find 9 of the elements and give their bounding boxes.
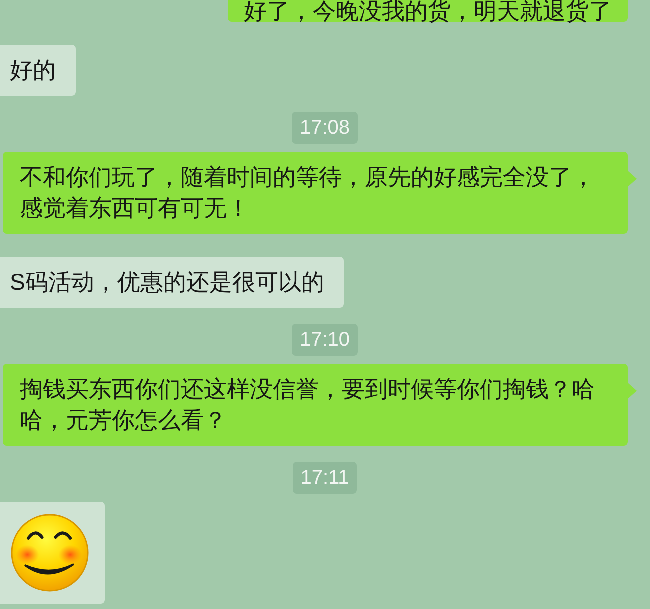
timestamp: 17:10 <box>292 324 358 356</box>
message-bubble: 好了，今晚没我的货，明天就退货了 <box>228 0 628 22</box>
message-bubble: S码活动，优惠的还是很可以的 <box>0 257 344 308</box>
timestamp: 17:08 <box>292 112 358 144</box>
message-bubble: 不和你们玩了，随着时间的等待，原先的好感完全没了，感觉着东西可有可无！ <box>3 152 628 234</box>
message-bubble: 掏钱买东西你们还这样没信誉，要到时候等你们掏钱？哈哈，元芳你怎么看？ <box>3 364 628 446</box>
smiley-face-icon <box>11 514 89 592</box>
message-bubble: 好的 <box>0 45 76 96</box>
timestamp: 17:11 <box>292 462 358 494</box>
